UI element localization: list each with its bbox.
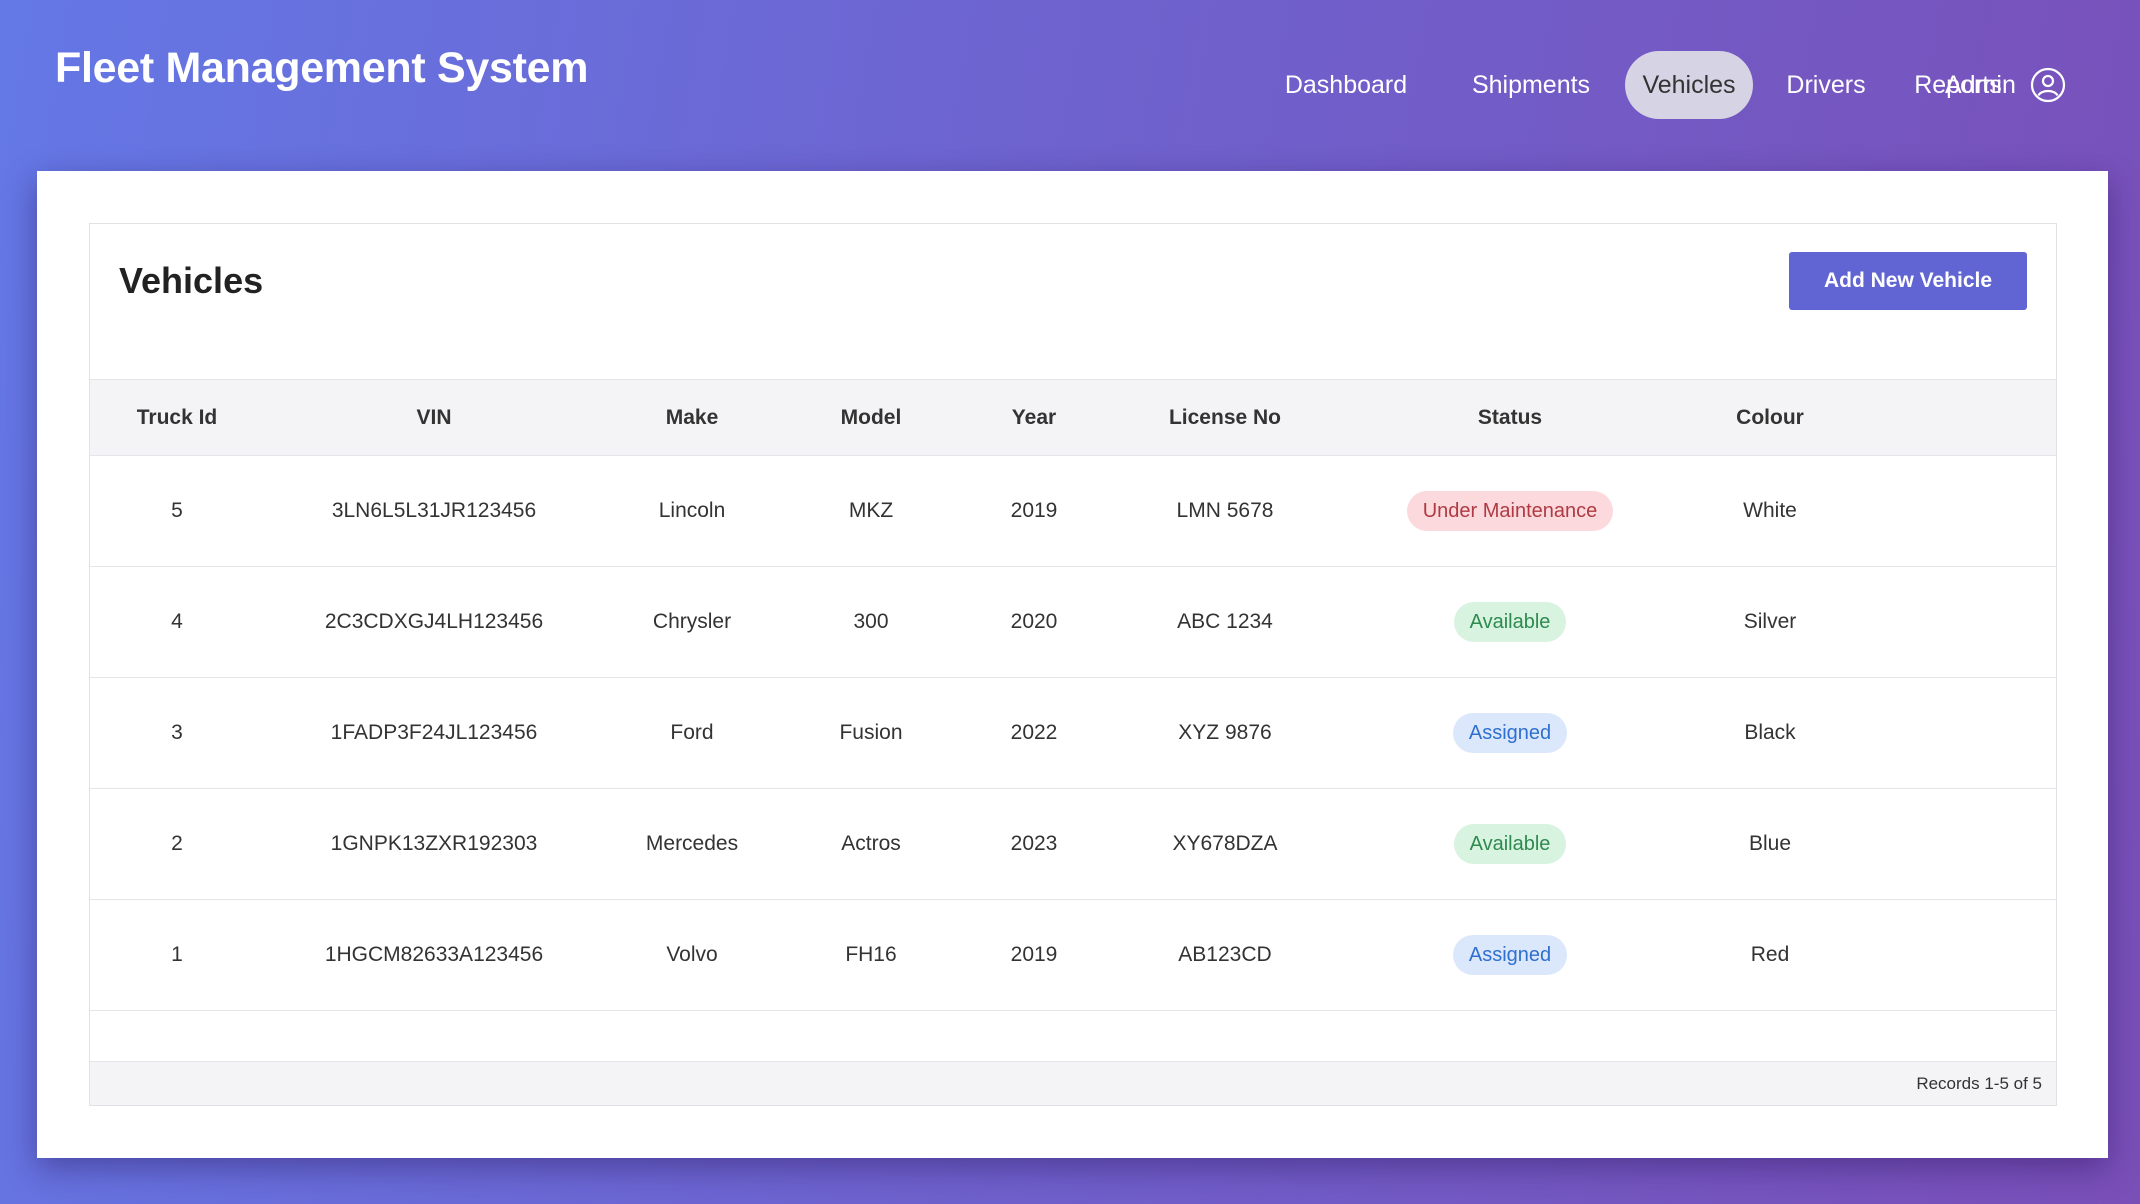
- cell-status: Available: [1344, 566, 1676, 678]
- records-count: Records 1-5 of 5: [1916, 1074, 2042, 1093]
- status-badge: Under Maintenance: [1406, 491, 1614, 531]
- cell-license: XY678DZA: [1106, 788, 1344, 900]
- cell-license: ABC 1234: [1106, 566, 1344, 678]
- status-badge: Assigned: [1452, 935, 1568, 975]
- cell-vin: 2C3CDXGJ4LH123456: [264, 566, 604, 678]
- cell-truck-id: 3: [90, 677, 264, 789]
- user-circle-icon: [2030, 67, 2065, 103]
- status-badge: Assigned: [1452, 713, 1568, 753]
- nav-item-vehicles[interactable]: Vehicles: [1625, 51, 1753, 119]
- cell-make: Volvo: [604, 899, 780, 1011]
- user-label: Admin: [1945, 70, 2016, 99]
- cell-vin: 1GNPK13ZXR192303: [264, 788, 604, 900]
- cell-colour: White: [1676, 455, 1864, 567]
- vehicles-table: Truck Id VIN Make Model Year License No …: [90, 379, 2056, 1011]
- cell-model: 300: [780, 566, 962, 678]
- column-header-model[interactable]: Model: [780, 379, 962, 456]
- cell-status: Assigned: [1344, 677, 1676, 789]
- cell-vin: 1HGCM82633A123456: [264, 899, 604, 1011]
- cell-colour: Red: [1676, 899, 1864, 1011]
- cell-status: Available: [1344, 788, 1676, 900]
- status-badge: Available: [1453, 824, 1567, 864]
- cell-colour: Silver: [1676, 566, 1864, 678]
- cell-status: Assigned: [1344, 899, 1676, 1011]
- content-card: Vehicles Add New Vehicle Truck Id VIN Ma…: [37, 171, 2108, 1158]
- table-footer: Records 1-5 of 5: [90, 1061, 2056, 1105]
- cell-truck-id: 4: [90, 566, 264, 678]
- cell-spacer: [1864, 455, 2056, 567]
- add-new-vehicle-button[interactable]: Add New Vehicle: [1789, 252, 2027, 310]
- user-menu[interactable]: Admin: [1945, 67, 2066, 103]
- cell-colour: Black: [1676, 677, 1864, 789]
- cell-model: Fusion: [780, 677, 962, 789]
- cell-truck-id: 5: [90, 455, 264, 567]
- table-row[interactable]: 2 1GNPK13ZXR192303 Mercedes Actros 2023 …: [90, 788, 2056, 900]
- cell-truck-id: 1: [90, 899, 264, 1011]
- cell-make: Mercedes: [604, 788, 780, 900]
- table-row[interactable]: 4 2C3CDXGJ4LH123456 Chrysler 300 2020 AB…: [90, 566, 2056, 678]
- column-header-license-no[interactable]: License No: [1106, 379, 1344, 456]
- app-title: Fleet Management System: [55, 44, 589, 92]
- cell-model: FH16: [780, 899, 962, 1011]
- column-header-truck-id[interactable]: Truck Id: [90, 379, 264, 456]
- cell-make: Chrysler: [604, 566, 780, 678]
- cell-make: Ford: [604, 677, 780, 789]
- status-badge: Available: [1453, 602, 1567, 642]
- column-header-year[interactable]: Year: [962, 379, 1106, 456]
- cell-status: Under Maintenance: [1344, 455, 1676, 567]
- cell-license: LMN 5678: [1106, 455, 1344, 567]
- table-header-row: Truck Id VIN Make Model Year License No …: [90, 379, 2056, 456]
- table-row[interactable]: 3 1FADP3F24JL123456 Ford Fusion 2022 XYZ…: [90, 677, 2056, 789]
- cell-license: XYZ 9876: [1106, 677, 1344, 789]
- cell-model: Actros: [780, 788, 962, 900]
- column-header-vin[interactable]: VIN: [264, 379, 604, 456]
- column-header-status[interactable]: Status: [1344, 379, 1676, 456]
- page-title: Vehicles: [119, 260, 264, 301]
- cell-year: 2019: [962, 455, 1106, 567]
- table-row[interactable]: 1 1HGCM82633A123456 Volvo FH16 2019 AB12…: [90, 899, 2056, 1011]
- cell-year: 2022: [962, 677, 1106, 789]
- cell-year: 2023: [962, 788, 1106, 900]
- nav-item-drivers[interactable]: Drivers: [1766, 51, 1886, 119]
- cell-vin: 3LN6L5L31JR123456: [264, 455, 604, 567]
- cell-spacer: [1864, 677, 2056, 789]
- cell-license: AB123CD: [1106, 899, 1344, 1011]
- cell-model: MKZ: [780, 455, 962, 567]
- top-header: Fleet Management System Dashboard Shipme…: [0, 0, 2140, 171]
- cell-vin: 1FADP3F24JL123456: [264, 677, 604, 789]
- cell-year: 2020: [962, 566, 1106, 678]
- cell-make: Lincoln: [604, 455, 780, 567]
- nav-item-dashboard[interactable]: Dashboard: [1261, 51, 1431, 119]
- table-row[interactable]: 5 3LN6L5L31JR123456 Lincoln MKZ 2019 LMN…: [90, 455, 2056, 567]
- cell-spacer: [1864, 788, 2056, 900]
- column-header-spacer: [1864, 379, 2056, 456]
- column-header-colour[interactable]: Colour: [1676, 379, 1864, 456]
- nav-item-shipments[interactable]: Shipments: [1441, 51, 1621, 119]
- cell-colour: Blue: [1676, 788, 1864, 900]
- cell-year: 2019: [962, 899, 1106, 1011]
- cell-truck-id: 2: [90, 788, 264, 900]
- cell-spacer: [1864, 899, 2056, 1011]
- column-header-make[interactable]: Make: [604, 379, 780, 456]
- vehicles-panel: Vehicles Add New Vehicle Truck Id VIN Ma…: [89, 223, 2057, 1106]
- cell-spacer: [1864, 566, 2056, 678]
